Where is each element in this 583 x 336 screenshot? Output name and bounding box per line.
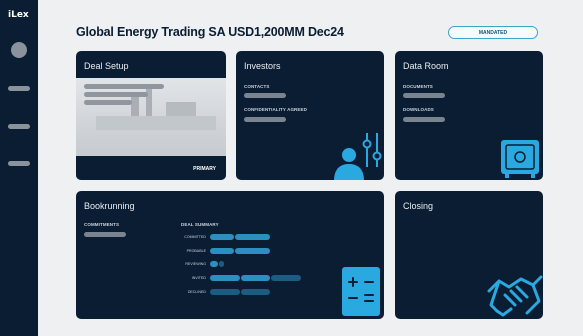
users-settings-icon <box>334 133 382 180</box>
primary-label: PRIMARY <box>193 166 216 172</box>
confidentiality-label: CONFIDENTIALITY AGREED <box>244 107 307 112</box>
card-title: Bookrunning <box>84 201 135 211</box>
documents-value <box>403 93 445 98</box>
summary-bar <box>210 289 240 295</box>
safe-icon <box>501 140 539 178</box>
summary-bar <box>271 275 301 281</box>
sidebar-nav-item[interactable] <box>8 124 30 129</box>
summary-bar <box>210 261 218 267</box>
summary-row-label: REVIEWING <box>185 262 206 266</box>
card-title: Closing <box>403 201 434 211</box>
contacts-value <box>244 93 286 98</box>
commitments-label: COMMITMENTS <box>84 222 120 227</box>
bookrunning-card[interactable]: Bookrunning COMMITMENTS DEAL SUMMARY COM… <box>76 191 384 319</box>
downloads-value <box>403 117 445 122</box>
deal-footer: PRIMARY <box>76 156 226 180</box>
summary-bar <box>235 234 270 240</box>
page-title: Global Energy Trading SA USD1,200MM Dec2… <box>76 25 344 39</box>
closing-card[interactable]: Closing <box>395 191 543 319</box>
downloads-label: DOWNLOADS <box>403 107 434 112</box>
summary-bar <box>241 275 270 281</box>
card-title: Data Room <box>403 61 449 71</box>
summary-bar <box>210 248 234 254</box>
user-avatar[interactable] <box>11 42 27 58</box>
app-logo[interactable]: iLex <box>8 10 29 20</box>
commitments-value <box>84 232 126 237</box>
sidebar-nav-item[interactable] <box>8 161 30 166</box>
card-title: Investors <box>244 61 281 71</box>
confidentiality-value <box>244 117 286 122</box>
summary-row-label: INVITED <box>191 276 206 280</box>
placeholder-line <box>84 100 132 105</box>
sidebar: iLex <box>0 0 38 336</box>
summary-bar <box>235 248 270 254</box>
contacts-label: CONTACTS <box>244 84 270 89</box>
sidebar-nav-item[interactable] <box>8 86 30 91</box>
status-badge: MANDATED <box>448 26 538 39</box>
data-room-card[interactable]: Data Room DOCUMENTS DOWNLOADS <box>395 51 543 180</box>
card-title: Deal Setup <box>84 61 129 71</box>
deal-setup-card[interactable]: Deal Setup PRIMARY <box>76 51 226 180</box>
summary-row-label: PROBABLE <box>186 249 206 253</box>
summary-bar <box>219 261 224 267</box>
summary-row-label: COMMITTED <box>184 235 206 239</box>
calculator-icon <box>342 267 380 316</box>
summary-bar <box>241 289 270 295</box>
investors-card[interactable]: Investors CONTACTS CONFIDENTIALITY AGREE… <box>236 51 384 180</box>
deal-summary-label: DEAL SUMMARY <box>181 222 219 227</box>
summary-bar <box>210 234 234 240</box>
summary-row-label: DECLINED <box>187 290 206 294</box>
placeholder-line <box>84 84 164 89</box>
documents-label: DOCUMENTS <box>403 84 433 89</box>
summary-bar <box>210 275 240 281</box>
placeholder-line <box>84 92 148 97</box>
handshake-icon <box>487 275 543 317</box>
